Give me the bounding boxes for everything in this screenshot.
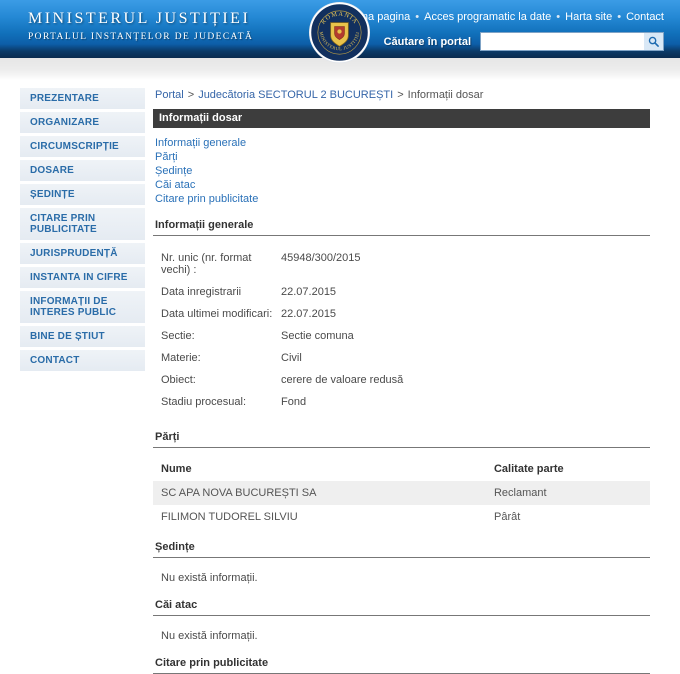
top-nav: Prima pagina•Acces programatic la date•H… — [345, 11, 664, 23]
nav-separator: • — [415, 11, 419, 23]
site-title: MINISTERUL JUSTIȚIEI — [28, 10, 253, 28]
ministry-seal-logo: ROMANIA MINISTERUL JUSTITIEI — [308, 1, 371, 64]
portal-page: { "header": { "title": "MINISTERUL JUSTI… — [0, 0, 680, 602]
parti-table-header-row: Nume Calitate parte — [153, 457, 650, 481]
field-value-data-inregistrarii: 22.07.2015 — [281, 286, 336, 298]
breadcrumb-current: Informații dosar — [408, 89, 484, 101]
sidebar-item-sedinte[interactable]: ȘEDINȚE — [20, 184, 145, 205]
romania-coat-of-arms-icon: ROMANIA MINISTERUL JUSTITIEI — [308, 1, 371, 64]
quick-link-informatii-generale[interactable]: Informații generale — [155, 136, 650, 150]
breadcrumb-separator: > — [188, 89, 194, 101]
search-box — [480, 32, 664, 51]
site-subtitle: PORTALUL INSTANȚELOR DE JUDECATĂ — [28, 32, 253, 42]
cai-atac-empty-message: Nu există informații. — [161, 630, 650, 642]
main-layout: PREZENTARE ORGANIZARE CIRCUMSCRIPȚIE DOS… — [0, 80, 680, 674]
parte-calitate: Pârât — [486, 505, 650, 529]
site-header: MINISTERUL JUSTIȚIEI PORTALUL INSTANȚELO… — [0, 0, 680, 58]
search-button[interactable] — [644, 33, 663, 50]
section-heading-informatii-generale: Informații generale — [153, 219, 650, 236]
breadcrumb-instanta[interactable]: Judecătoria SECTORUL 2 BUCUREȘTI — [198, 89, 393, 101]
nav-separator: • — [617, 11, 621, 23]
section-heading-sedinte: Ședințe — [153, 541, 650, 558]
sidebar-item-citare-prin-publicitate[interactable]: CITARE PRIN PUBLICITATE — [20, 208, 145, 240]
field-value-materie: Civil — [281, 352, 302, 364]
field-value-obiect: cerere de valoare redusă — [281, 374, 403, 386]
table-row: FILIMON TUDOREL SILVIU Pârât — [153, 505, 650, 529]
content-area: Portal > Judecătoria SECTORUL 2 BUCUREȘTI >… — [153, 88, 650, 674]
field-row: Obiect: cerere de valoare redusă — [153, 369, 650, 391]
sidebar-item-organizare[interactable]: ORGANIZARE — [20, 112, 145, 133]
page-title-bar: Informații dosar — [153, 109, 650, 128]
field-label: Sectie: — [161, 330, 281, 342]
column-header-calitate: Calitate parte — [486, 457, 650, 481]
search-label: Căutare în portal — [384, 36, 471, 48]
sidebar-item-informatii-de-interes-public[interactable]: INFORMAȚII DE INTERES PUBLIC — [20, 291, 145, 323]
parte-calitate: Reclamant — [486, 481, 650, 505]
sidebar-item-dosare[interactable]: DOSARE — [20, 160, 145, 181]
quick-link-parti[interactable]: Părți — [155, 150, 650, 164]
field-label: Stadiu procesual: — [161, 396, 281, 408]
field-label: Data ultimei modificari: — [161, 308, 281, 320]
field-value-data-modificari: 22.07.2015 — [281, 308, 336, 320]
breadcrumb-portal[interactable]: Portal — [155, 89, 184, 101]
parte-nume: SC APA NOVA BUCUREȘTI SA — [153, 481, 486, 505]
nav-separator: • — [556, 11, 560, 23]
field-row: Sectie: Sectie comuna — [153, 325, 650, 347]
nav-harta-site[interactable]: Harta site — [565, 11, 612, 23]
sidebar-item-circumscriptie[interactable]: CIRCUMSCRIPȚIE — [20, 136, 145, 157]
nav-acces-programatic[interactable]: Acces programatic la date — [424, 11, 551, 23]
sidebar-item-bine-de-stiut[interactable]: BINE DE ȘTIUT — [20, 326, 145, 347]
site-branding: MINISTERUL JUSTIȚIEI PORTALUL INSTANȚELO… — [28, 10, 253, 42]
header-utility: Prima pagina•Acces programatic la date•H… — [345, 11, 664, 51]
sidebar-item-contact[interactable]: CONTACT — [20, 350, 145, 371]
sidebar-item-jurisprudenta[interactable]: JURISPRUDENȚĂ — [20, 243, 145, 264]
field-row: Stadiu procesual: Fond — [153, 391, 650, 413]
field-row: Materie: Civil — [153, 347, 650, 369]
field-row: Data ultimei modificari: 22.07.2015 — [153, 303, 650, 325]
field-value-sectie: Sectie comuna — [281, 330, 354, 342]
breadcrumb-separator: > — [397, 89, 403, 101]
portal-search: Căutare în portal — [345, 32, 664, 51]
table-row: SC APA NOVA BUCUREȘTI SA Reclamant — [153, 481, 650, 505]
search-input[interactable] — [481, 34, 644, 49]
sidebar-item-instanta-in-cifre[interactable]: INSTANTA IN CIFRE — [20, 267, 145, 288]
sedinte-empty-message: Nu există informații. — [161, 572, 650, 584]
field-label: Materie: — [161, 352, 281, 364]
case-general-info: Nr. unic (nr. format vechi) : 45948/300/… — [153, 247, 650, 413]
nav-contact[interactable]: Contact — [626, 11, 664, 23]
quick-link-cai-atac[interactable]: Căi atac — [155, 178, 650, 192]
field-value-nr-unic: 45948/300/2015 — [281, 252, 361, 276]
field-row: Data inregistrarii 22.07.2015 — [153, 281, 650, 303]
parti-table: Nume Calitate parte SC APA NOVA BUCUREȘT… — [153, 457, 650, 529]
quick-link-sedinte[interactable]: Ședințe — [155, 164, 650, 178]
search-icon — [648, 36, 659, 47]
field-value-stadiu: Fond — [281, 396, 306, 408]
field-label: Obiect: — [161, 374, 281, 386]
section-heading-parti: Părți — [153, 431, 650, 448]
section-heading-citare: Citare prin publicitate — [153, 657, 650, 674]
parte-nume: FILIMON TUDOREL SILVIU — [153, 505, 486, 529]
column-header-nume: Nume — [153, 457, 486, 481]
breadcrumb: Portal > Judecătoria SECTORUL 2 BUCUREȘTI >… — [155, 89, 650, 101]
section-quick-links: Informații generale Părți Ședințe Căi at… — [155, 136, 650, 206]
quick-link-citare-prin-publicitate[interactable]: Citare prin publicitate — [155, 192, 650, 206]
field-label: Data inregistrarii — [161, 286, 281, 298]
sidebar-nav: PREZENTARE ORGANIZARE CIRCUMSCRIPȚIE DOS… — [20, 88, 145, 374]
field-row: Nr. unic (nr. format vechi) : 45948/300/… — [153, 247, 650, 281]
sidebar-item-prezentare[interactable]: PREZENTARE — [20, 88, 145, 109]
field-label: Nr. unic (nr. format vechi) : — [161, 252, 281, 276]
